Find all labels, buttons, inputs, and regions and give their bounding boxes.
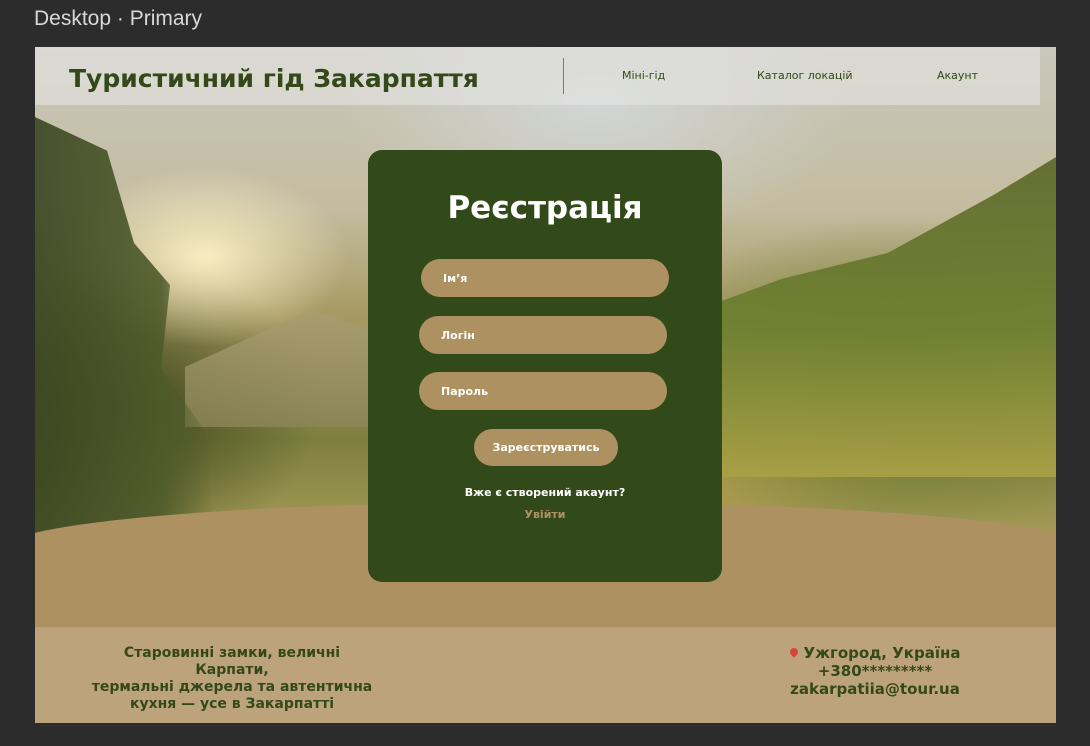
nav-mini-guide[interactable]: Міні-гід [622, 69, 665, 82]
footer-contacts: Ужгород, Україна +380********* zakarpati… [775, 644, 975, 698]
has-account-text: Вже є створений акаунт? [464, 486, 626, 499]
footer-phone[interactable]: +380********* [775, 662, 975, 680]
footer-location: Ужгород, Україна [803, 644, 961, 662]
map-pin-icon [787, 646, 800, 658]
registration-title: Реєстрація [447, 190, 643, 226]
name-input[interactable] [421, 259, 669, 297]
frame-label: Desktop · Primary [34, 7, 203, 30]
password-input[interactable] [419, 372, 667, 410]
registration-card: Реєстрація Зареєструватись Вже є створен… [368, 150, 722, 582]
header-bar: Туристичний гід Закарпаття Міні-гід Ката… [35, 47, 1040, 105]
footer-email[interactable]: zakarpatiia@tour.ua [775, 680, 975, 698]
nav-account[interactable]: Акаунт [937, 69, 978, 82]
register-button[interactable]: Зареєструватись [474, 429, 618, 466]
header-divider [563, 58, 564, 94]
login-link[interactable]: Увійти [368, 508, 722, 521]
footer: Старовинні замки, величні Карпати, терма… [35, 627, 1056, 723]
footer-location-row: Ужгород, Україна [775, 644, 975, 662]
footer-tagline-line: Старовинні замки, величні Карпати, [123, 645, 341, 678]
page-frame: Туристичний гід Закарпаття Міні-гід Ката… [35, 47, 1056, 723]
site-title[interactable]: Туристичний гід Закарпаття [69, 64, 479, 93]
login-input[interactable] [419, 316, 667, 354]
nav-catalog[interactable]: Каталог локацій [757, 69, 853, 82]
footer-tagline: Старовинні замки, величні Карпати, терма… [89, 645, 375, 713]
footer-tagline-line: термальні джерела та автентична [91, 679, 373, 695]
footer-tagline-line: кухня — усе в Закарпатті [129, 696, 335, 712]
